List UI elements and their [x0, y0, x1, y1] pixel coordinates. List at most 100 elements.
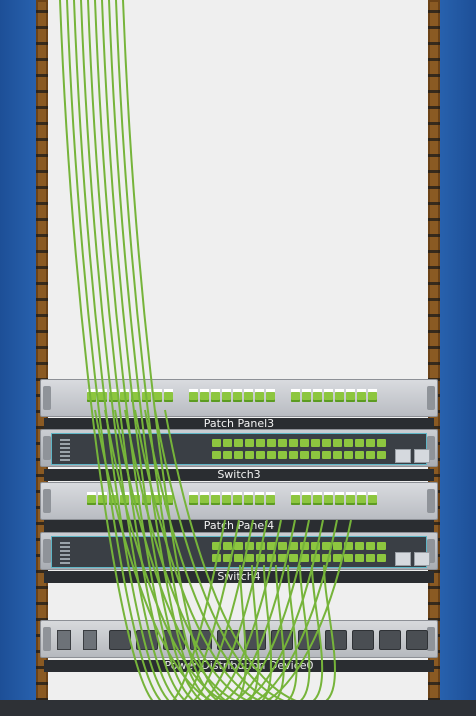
patch-port[interactable]: [244, 392, 253, 402]
patch-port[interactable]: [324, 495, 333, 505]
switch-port[interactable]: [256, 542, 265, 550]
patch-port[interactable]: [244, 495, 253, 505]
switch-port[interactable]: [377, 439, 386, 447]
patch-port[interactable]: [120, 392, 129, 402]
switch-port[interactable]: [245, 542, 254, 550]
power-outlet[interactable]: [271, 630, 293, 650]
switch-port[interactable]: [355, 554, 364, 562]
patch-port[interactable]: [200, 495, 209, 505]
patch-port[interactable]: [357, 495, 366, 505]
switch-port[interactable]: [322, 542, 331, 550]
patch-port[interactable]: [131, 495, 140, 505]
uplink-port[interactable]: [414, 552, 430, 566]
switch-port[interactable]: [289, 542, 298, 550]
patch-port[interactable]: [346, 392, 355, 402]
patch-port[interactable]: [189, 495, 198, 505]
patch-port[interactable]: [368, 392, 377, 402]
switch-port[interactable]: [377, 542, 386, 550]
patch-port[interactable]: [233, 392, 242, 402]
patch-port[interactable]: [302, 392, 311, 402]
switch-port[interactable]: [267, 439, 276, 447]
switch-port[interactable]: [300, 439, 309, 447]
switch-port[interactable]: [300, 542, 309, 550]
patch-port[interactable]: [142, 495, 151, 505]
switch-port[interactable]: [223, 439, 232, 447]
patch-port[interactable]: [302, 495, 311, 505]
switch-port[interactable]: [322, 554, 331, 562]
patch-port[interactable]: [211, 392, 220, 402]
switch-port[interactable]: [344, 439, 353, 447]
uplink-port[interactable]: [414, 449, 430, 463]
power-outlet[interactable]: [217, 630, 239, 650]
switch-port[interactable]: [278, 439, 287, 447]
patch-port[interactable]: [87, 392, 96, 402]
breaker-switch[interactable]: [57, 630, 71, 650]
uplink-port[interactable]: [395, 552, 411, 566]
switch-port[interactable]: [322, 451, 331, 459]
patch-port[interactable]: [266, 392, 275, 402]
switch-port[interactable]: [256, 439, 265, 447]
power-outlet[interactable]: [406, 630, 428, 650]
patch-port[interactable]: [335, 392, 344, 402]
switch-port[interactable]: [355, 451, 364, 459]
switch-port[interactable]: [223, 542, 232, 550]
power-outlet[interactable]: [352, 630, 374, 650]
patch-port[interactable]: [255, 495, 264, 505]
switch-port[interactable]: [234, 439, 243, 447]
power-outlet[interactable]: [379, 630, 401, 650]
switch-port[interactable]: [289, 451, 298, 459]
patch-port[interactable]: [131, 392, 140, 402]
patch-port[interactable]: [98, 392, 107, 402]
switch-port[interactable]: [278, 542, 287, 550]
switch-port[interactable]: [355, 439, 364, 447]
switch-port[interactable]: [300, 451, 309, 459]
patch-port[interactable]: [313, 392, 322, 402]
switch-port[interactable]: [344, 451, 353, 459]
patch-port[interactable]: [313, 495, 322, 505]
patch-port[interactable]: [164, 392, 173, 402]
power-outlet[interactable]: [109, 630, 131, 650]
switch-port[interactable]: [223, 451, 232, 459]
patch-port[interactable]: [255, 392, 264, 402]
patch-port[interactable]: [98, 495, 107, 505]
patch-port[interactable]: [200, 392, 209, 402]
switch-port[interactable]: [344, 542, 353, 550]
uplink-port[interactable]: [395, 449, 411, 463]
patch-port[interactable]: [233, 495, 242, 505]
switch-port[interactable]: [267, 554, 276, 562]
patch-panel-3[interactable]: [40, 379, 438, 417]
patch-port[interactable]: [153, 392, 162, 402]
switch-port[interactable]: [333, 542, 342, 550]
switch-port[interactable]: [311, 451, 320, 459]
switch-port[interactable]: [300, 554, 309, 562]
switch-port[interactable]: [377, 451, 386, 459]
patch-port[interactable]: [266, 495, 275, 505]
patch-port[interactable]: [189, 392, 198, 402]
patch-port[interactable]: [109, 392, 118, 402]
patch-port[interactable]: [291, 495, 300, 505]
switch-port[interactable]: [366, 439, 375, 447]
power-outlet[interactable]: [244, 630, 266, 650]
power-outlet[interactable]: [325, 630, 347, 650]
switch-port[interactable]: [366, 451, 375, 459]
power-outlet[interactable]: [136, 630, 158, 650]
patch-port[interactable]: [142, 392, 151, 402]
switch-port[interactable]: [377, 554, 386, 562]
switch-port[interactable]: [322, 439, 331, 447]
switch-port[interactable]: [366, 542, 375, 550]
switch-port[interactable]: [212, 439, 221, 447]
switch-port[interactable]: [245, 439, 254, 447]
patch-port[interactable]: [222, 392, 231, 402]
switch-port[interactable]: [234, 451, 243, 459]
patch-port[interactable]: [335, 495, 344, 505]
switch-port[interactable]: [212, 542, 221, 550]
power-outlet[interactable]: [163, 630, 185, 650]
patch-port[interactable]: [211, 495, 220, 505]
patch-port[interactable]: [120, 495, 129, 505]
switch-3[interactable]: [40, 429, 438, 467]
patch-port[interactable]: [87, 495, 96, 505]
switch-port[interactable]: [366, 554, 375, 562]
switch-port[interactable]: [267, 451, 276, 459]
switch-port[interactable]: [333, 439, 342, 447]
switch-port[interactable]: [245, 451, 254, 459]
